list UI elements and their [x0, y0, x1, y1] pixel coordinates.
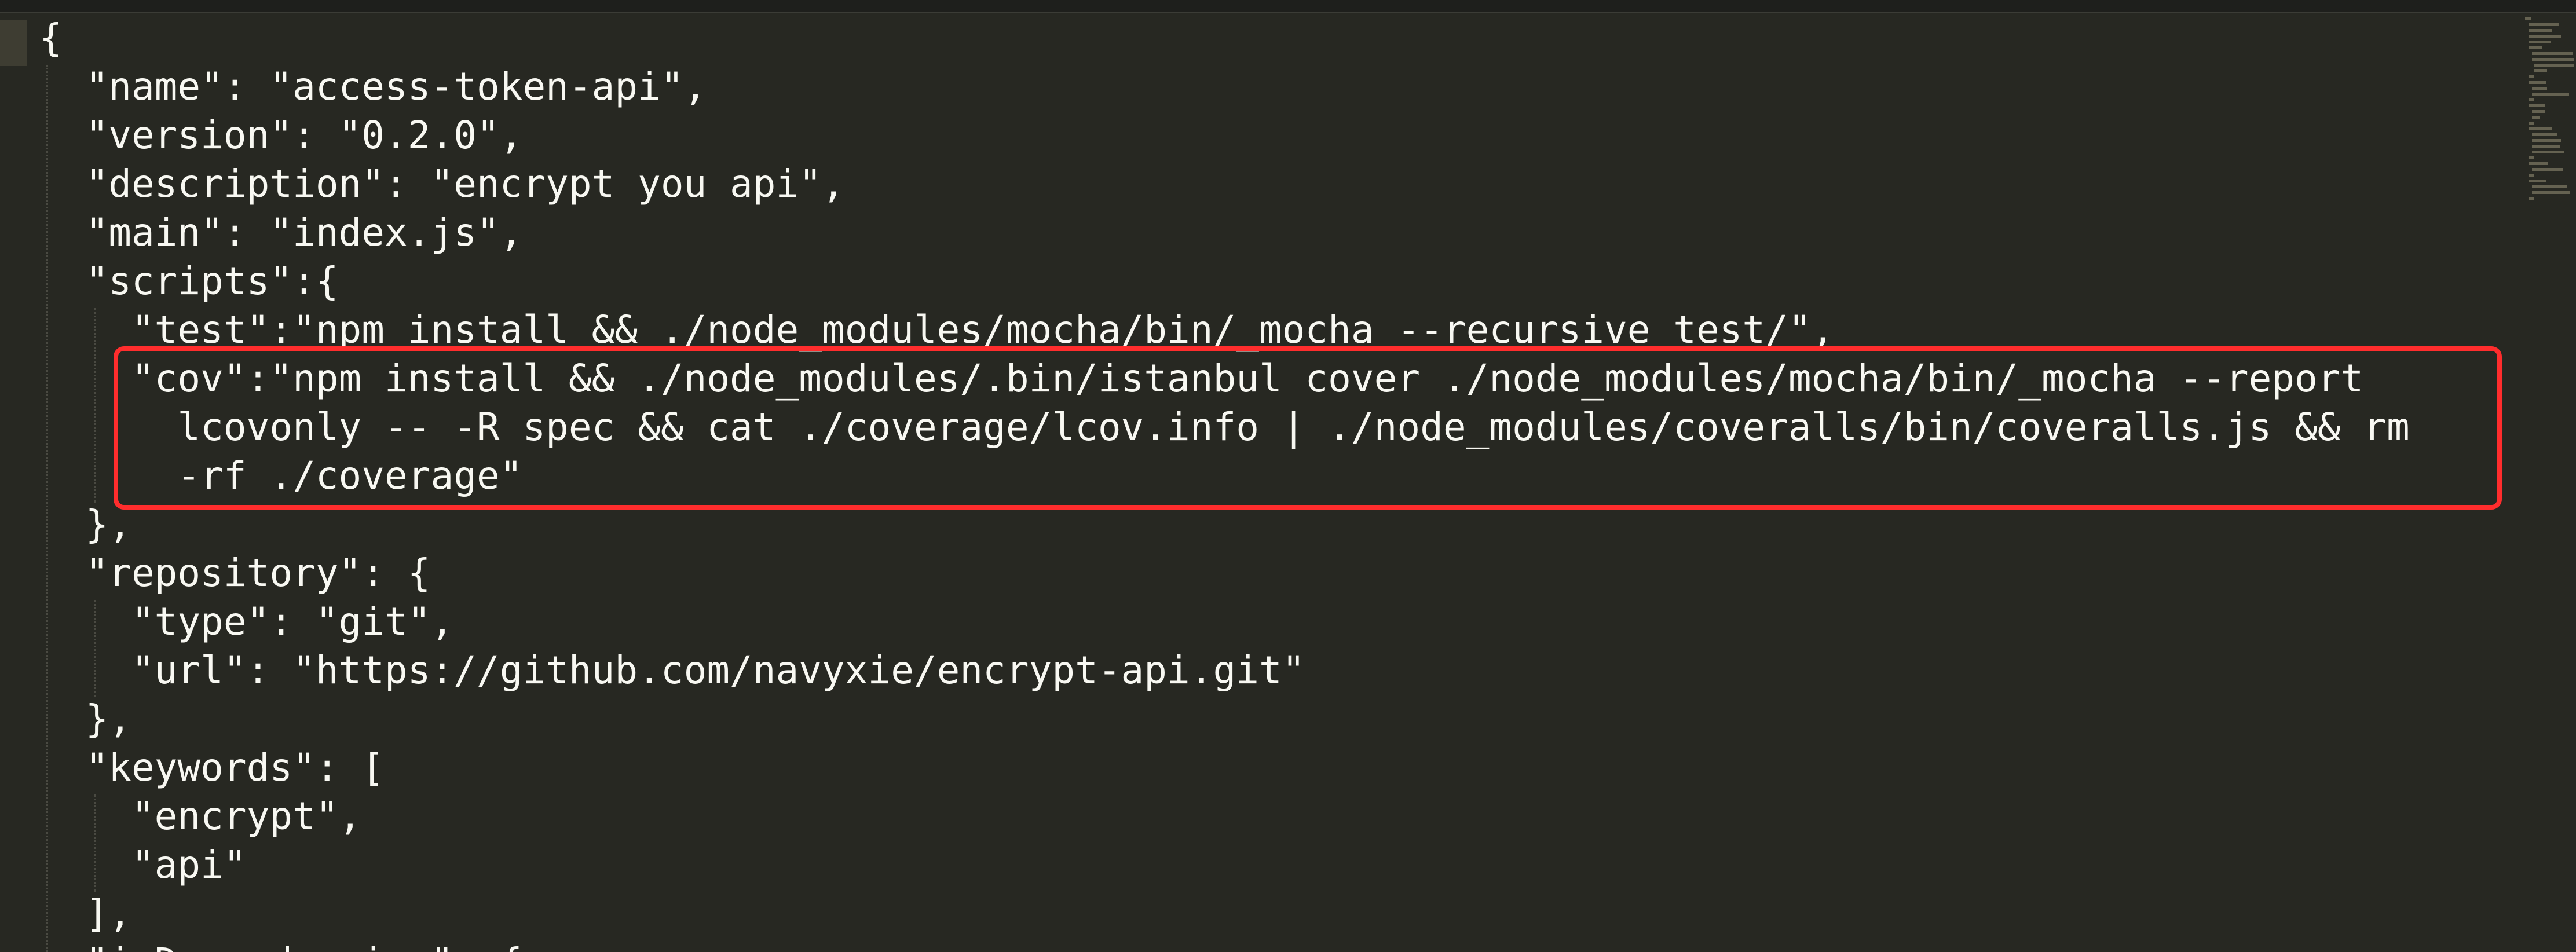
minimap-line [2532, 110, 2545, 113]
highlight-annotation-box [114, 346, 2502, 510]
minimap-line [2529, 75, 2534, 78]
minimap-line [2532, 87, 2547, 90]
code-editor[interactable]: { "name": "access-token-api", "version":… [0, 0, 2576, 952]
minimap-line [2534, 64, 2574, 67]
code-line-14[interactable]: "keywords": [ [39, 744, 385, 792]
code-line-10[interactable]: "repository": { [39, 549, 430, 598]
minimap-line [2532, 191, 2570, 194]
minimap-line [2529, 104, 2545, 107]
minimap-line [2529, 156, 2534, 159]
code-line-5[interactable]: "main": "index.js", [39, 208, 522, 257]
minimap-line [2532, 168, 2563, 171]
minimap-line [2532, 133, 2557, 136]
code-line-6[interactable]: "scripts":{ [39, 257, 338, 306]
minimap-line [2529, 162, 2548, 165]
minimap-line [2529, 174, 2534, 177]
minimap-line [2532, 139, 2561, 142]
minimap-line [2532, 58, 2574, 61]
minimap-line [2532, 116, 2540, 119]
code-line-2[interactable]: "name": "access-token-api", [39, 63, 707, 111]
code-line-18[interactable]: "isDependencies": { [39, 938, 522, 952]
minimap-line [2532, 151, 2564, 153]
code-line-12[interactable]: "url": "https://github.com/navyxie/encry… [39, 646, 1305, 695]
minimap-line [2529, 35, 2561, 38]
code-line-3[interactable]: "version": "0.2.0", [39, 111, 522, 160]
minimap-line [2529, 127, 2552, 130]
code-line-4[interactable]: "description": "encrypt you api", [39, 160, 844, 208]
minimap-line [2529, 41, 2551, 43]
minimap-line [2529, 29, 2552, 32]
minimap[interactable] [2523, 14, 2576, 222]
minimap-line [2532, 93, 2569, 96]
minimap-line [2529, 81, 2546, 84]
code-line-11[interactable]: "type": "git", [39, 598, 453, 646]
code-line-15[interactable]: "encrypt", [39, 792, 361, 841]
minimap-line [2534, 69, 2547, 72]
minimap-line [2529, 122, 2534, 125]
code-line-13[interactable]: }, [39, 695, 131, 744]
code-line-1[interactable]: { [39, 14, 63, 63]
minimap-line [2529, 197, 2534, 200]
minimap-line [2529, 98, 2534, 101]
minimap-line [2529, 46, 2542, 49]
minimap-line [2529, 180, 2546, 182]
code-line-16[interactable]: "api" [39, 841, 247, 889]
code-line-17[interactable]: ], [39, 889, 131, 938]
minimap-line [2529, 23, 2559, 26]
minimap-line [2532, 185, 2567, 188]
minimap-line [2532, 52, 2573, 55]
minimap-line [2525, 17, 2531, 20]
editor-top-border [0, 0, 2576, 13]
minimap-line [2532, 145, 2560, 148]
